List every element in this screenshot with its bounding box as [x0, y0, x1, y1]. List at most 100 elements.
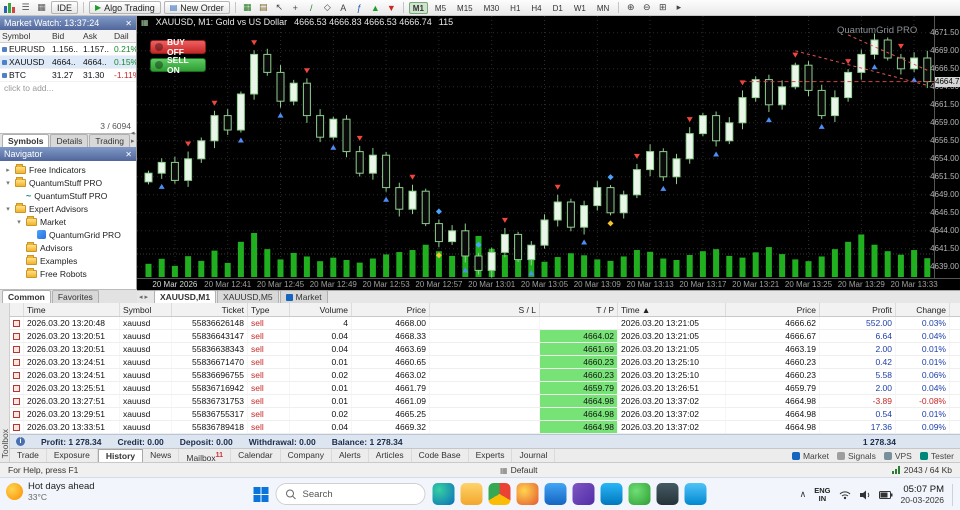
toolbox-tab-company[interactable]: Company	[281, 449, 332, 462]
cursor-icon[interactable]: ↖	[273, 1, 286, 14]
ide-button[interactable]: IDE	[51, 1, 79, 14]
zoom-out-icon[interactable]: ⊖	[640, 1, 653, 14]
history-column-header[interactable]: Price	[352, 303, 430, 316]
tree-item-examples[interactable]: Examples	[0, 254, 136, 267]
tab-symbols[interactable]: Symbols	[2, 134, 50, 147]
zoom-in-icon[interactable]: ⊕	[624, 1, 637, 14]
timeframe-h4[interactable]: H4	[527, 2, 545, 14]
volume-icon[interactable]	[859, 490, 871, 500]
history-column-header[interactable]: Type	[248, 303, 290, 316]
text-label-icon[interactable]: A	[337, 1, 350, 14]
crosshair-icon[interactable]: +	[289, 1, 302, 14]
history-column-header[interactable]: Symbol	[120, 303, 172, 316]
candlestick-chart[interactable]	[137, 16, 934, 278]
tree-item-quantumgrid-pro[interactable]: QuantumGrid PRO	[0, 228, 136, 241]
chart-window[interactable]: ▦ XAUUSD, M1: Gold vs US Dollar 4666.53 …	[137, 16, 960, 303]
profiles-icon[interactable]: ▤	[257, 1, 270, 14]
taskbar-weather-widget[interactable]: Hot days ahead 33°C	[6, 481, 95, 502]
shapes-icon[interactable]: ◇	[321, 1, 334, 14]
service-signals[interactable]: Signals	[836, 451, 876, 461]
column-header[interactable]: Dail	[112, 30, 136, 42]
history-row[interactable]: 2026.03.20 13:20:51 xauusd 55836638343 sell…	[10, 343, 960, 356]
column-header[interactable]: Bid	[50, 30, 81, 42]
tray-chevron-icon[interactable]: ∧	[800, 489, 807, 500]
history-column-header[interactable]: Time ▲	[618, 303, 726, 316]
history-row[interactable]: 2026.03.20 13:25:51 xauusd 55836716942 sell…	[10, 382, 960, 395]
algo-trading-button[interactable]: ▶ Algo Trading	[89, 1, 161, 14]
toolbox-vertical-tab[interactable]: Toolbox	[0, 303, 10, 462]
history-row[interactable]: 2026.03.20 13:24:51 xauusd 55836696755 sell…	[10, 369, 960, 382]
mt5-logo-icon[interactable]	[3, 1, 16, 14]
history-row[interactable]: 2026.03.20 13:24:51 xauusd 55836671470 sell…	[10, 356, 960, 369]
tab-common[interactable]: Common	[2, 290, 51, 303]
tree-item-quantumstuff-pro[interactable]: ▾ QuantumStuff PRO	[0, 176, 136, 189]
price-axis[interactable]: 4671.50 4669.00 4666.50 4664.00 4661.50 4659.…	[930, 16, 960, 278]
chart-tab-market[interactable]: Market	[279, 290, 328, 303]
history-column-header[interactable]: S / L	[430, 303, 540, 316]
taskbar-search[interactable]: Search	[275, 483, 426, 505]
buy-arrow-icon[interactable]: ▲	[369, 1, 382, 14]
close-icon[interactable]: ✕	[125, 19, 132, 28]
time-axis[interactable]: 20 Mar 2026 20 Mar 12:41 20 Mar 12:45 20 Ma…	[137, 278, 960, 290]
service-market[interactable]: Market	[791, 451, 829, 461]
indicators-icon[interactable]: ƒ	[353, 1, 366, 14]
tile-windows-icon[interactable]: ⊞	[656, 1, 669, 14]
toolbox-tab-code-base[interactable]: Code Base	[412, 449, 469, 462]
tree-item-market[interactable]: ▾ Market	[0, 215, 136, 228]
wifi-icon[interactable]	[839, 490, 851, 500]
window-layout-icon[interactable]: ▦	[35, 1, 48, 14]
menu-icon[interactable]: ☰	[19, 1, 32, 14]
taskbar-telegram-icon[interactable]	[684, 483, 707, 505]
toolbox-tab-alerts[interactable]: Alerts	[332, 449, 369, 462]
history-column-header[interactable]: T / P	[540, 303, 618, 316]
history-column-header[interactable]: Price	[726, 303, 820, 316]
timeframe-m5[interactable]: M5	[431, 2, 450, 14]
tree-item-free-robots[interactable]: Free Robots	[0, 267, 136, 280]
column-header[interactable]: Ask	[81, 30, 112, 42]
close-icon[interactable]: ✕	[125, 150, 132, 159]
timeframe-d1[interactable]: D1	[549, 2, 567, 14]
toolbox-tab-articles[interactable]: Articles	[369, 449, 412, 462]
tab-trading[interactable]: Trading	[89, 134, 130, 147]
market-watch-row[interactable]: EURUSD 1.156.. 1.157.. 0.21%	[0, 43, 136, 56]
chart-tab-scroll-arrows[interactable]: ◂ ▸	[139, 293, 151, 303]
history-column-header[interactable]: Change	[896, 303, 950, 316]
timeframe-h1[interactable]: H1	[506, 2, 524, 14]
timeframe-m15[interactable]: M15	[453, 2, 477, 14]
service-vps[interactable]: VPS	[883, 451, 912, 461]
taskbar-folder-icon[interactable]	[460, 483, 483, 505]
history-column-header[interactable]	[10, 303, 24, 316]
timeframe-w1[interactable]: W1	[570, 2, 590, 14]
tab-favorites[interactable]: Favorites	[51, 290, 99, 303]
taskbar-chrome-icon[interactable]	[488, 483, 511, 505]
start-button[interactable]	[253, 486, 269, 502]
toolbox-tab-mailbox[interactable]: Mailbox11	[179, 449, 232, 463]
sell-toggle-button[interactable]: SELL ON	[150, 55, 206, 75]
toolbox-tab-journal[interactable]: Journal	[512, 449, 556, 462]
new-order-button[interactable]: ▤ New Order	[163, 1, 230, 14]
toolbox-tab-trade[interactable]: Trade	[10, 449, 47, 462]
column-header[interactable]: Symbol	[0, 30, 50, 42]
taskbar-store-icon[interactable]	[600, 483, 623, 505]
history-row[interactable]: 2026.03.20 13:20:51 xauusd 55836643147 sell…	[10, 330, 960, 343]
chart-tab-xauusd-m1[interactable]: XAUUSD,M1	[153, 290, 217, 303]
toolbox-tab-calendar[interactable]: Calendar	[231, 449, 281, 462]
history-column-header[interactable]: Time	[24, 303, 120, 316]
collapse-icon[interactable]: ▾	[4, 205, 12, 213]
new-chart-icon[interactable]: ▦	[241, 1, 254, 14]
tree-item-advisors[interactable]: Advisors	[0, 241, 136, 254]
battery-icon[interactable]	[878, 490, 893, 499]
market-watch-row[interactable]: BTC31.27 31.30 -1.11%	[0, 69, 136, 82]
scroll-to-end-icon[interactable]: ▸	[672, 1, 685, 14]
taskbar-mail-icon[interactable]	[544, 483, 567, 505]
tab-details[interactable]: Details	[50, 134, 89, 147]
timeframe-m30[interactable]: M30	[480, 2, 504, 14]
trendline-icon[interactable]: /	[305, 1, 318, 14]
history-row[interactable]: 2026.03.20 13:27:51 xauusd 55836731753 sell…	[10, 395, 960, 408]
taskbar-edge-icon[interactable]	[432, 483, 455, 505]
timeframe-mn[interactable]: MN	[593, 2, 613, 14]
buy-toggle-button[interactable]: BUY OFF	[150, 37, 206, 57]
taskbar-clock[interactable]: 05:07 PM 20-03-2026	[901, 484, 944, 506]
chart-tab-xauusd-m5[interactable]: XAUUSD,M5	[217, 290, 279, 303]
history-column-header[interactable]: Profit	[820, 303, 896, 316]
